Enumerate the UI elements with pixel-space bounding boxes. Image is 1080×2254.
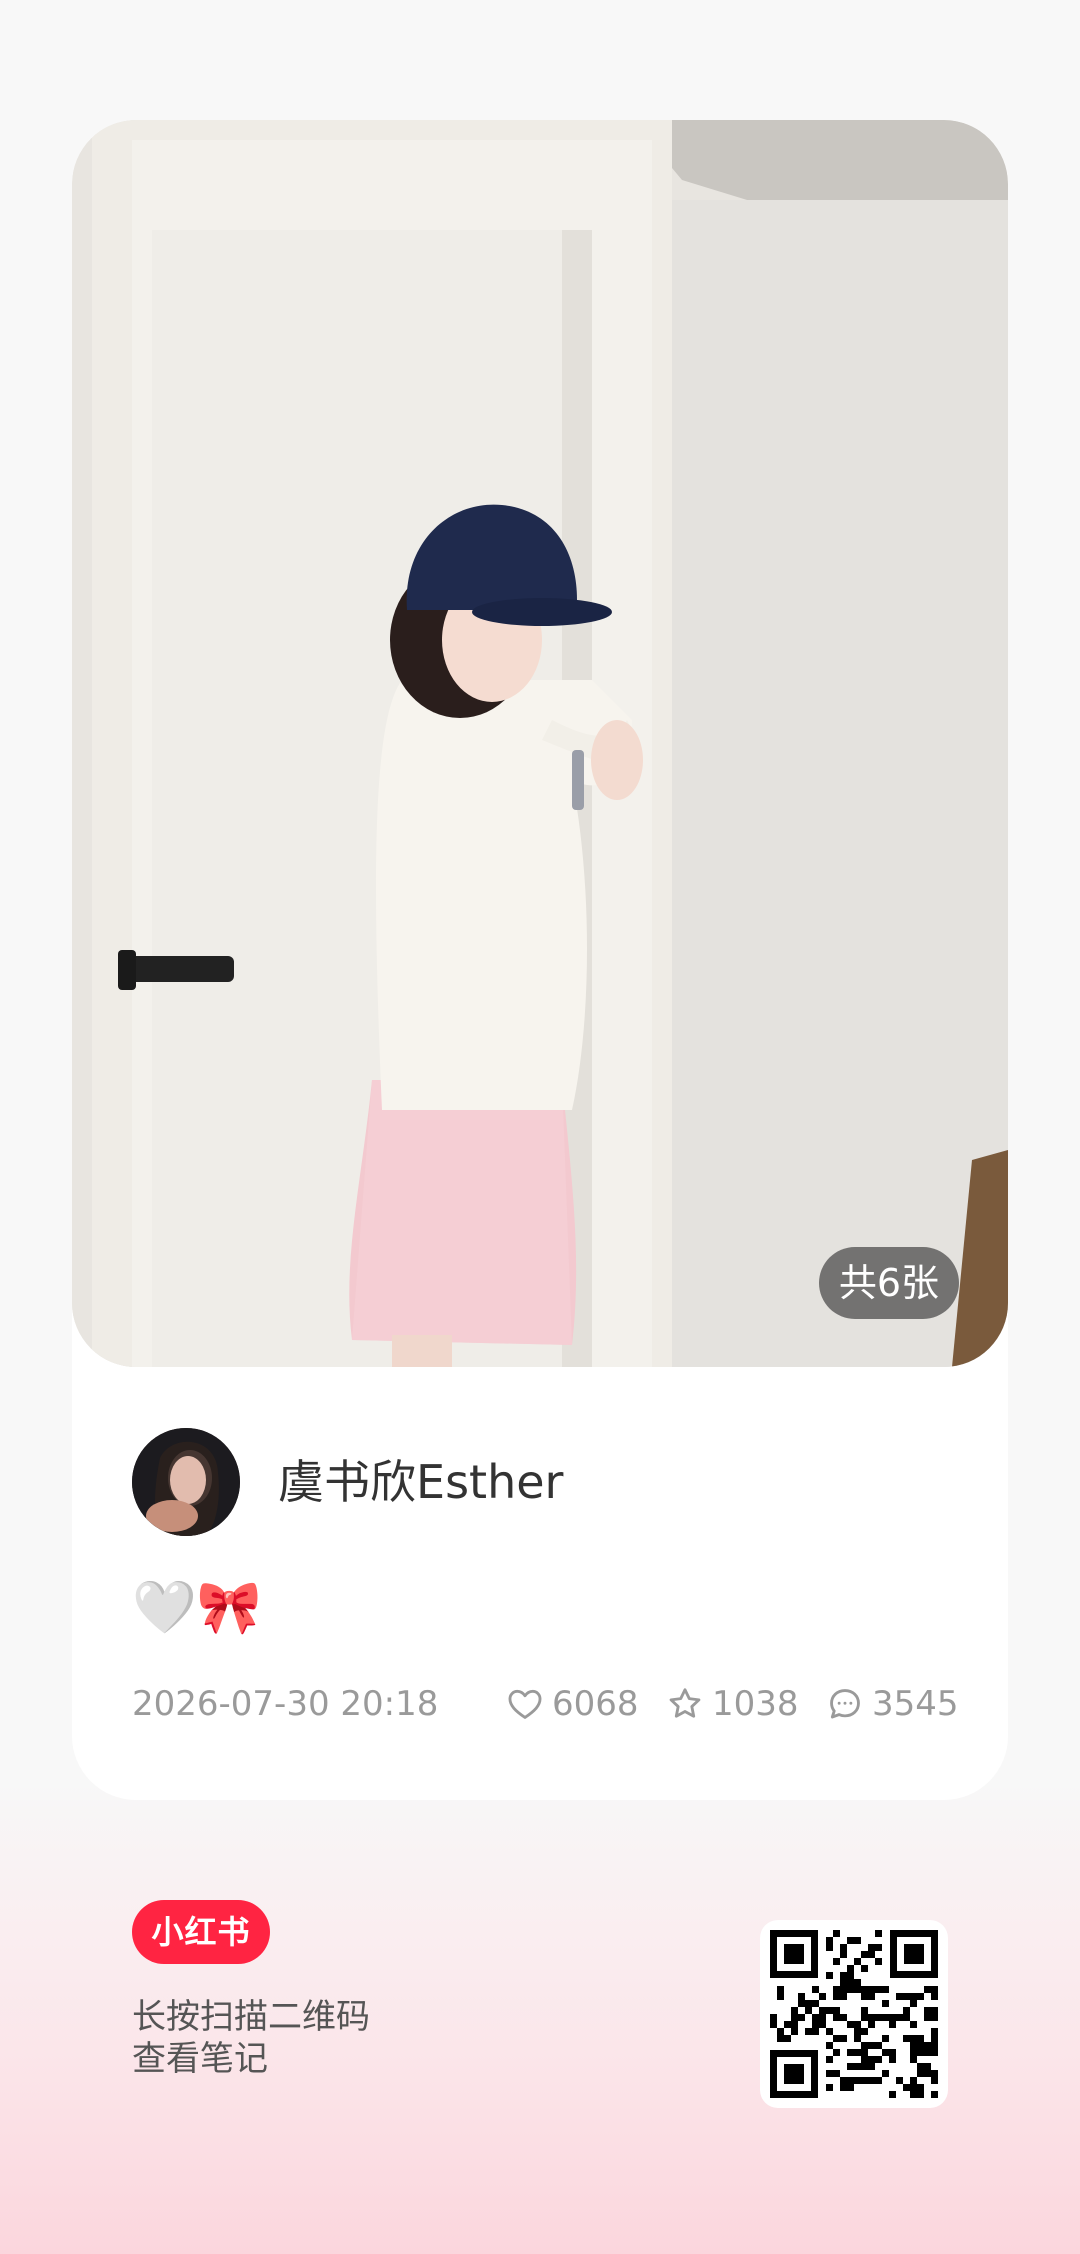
scan-instruction-line1: 长按扫描二维码	[132, 1997, 370, 2037]
favorite-stat[interactable]: 1038	[666, 1682, 799, 1726]
star-icon	[666, 1685, 704, 1723]
scan-instruction-line2: 查看笔记	[132, 2039, 268, 2079]
author-avatar[interactable]	[132, 1428, 240, 1536]
publish-date: 2026-07-30 20:18	[132, 1684, 439, 1724]
note-card[interactable]: 共6张 虞书欣Esther 🤍🎀 2026-07-30 20:18 6068 1…	[72, 120, 1008, 1800]
heart-icon	[506, 1685, 544, 1723]
comment-count: 3545	[872, 1684, 959, 1724]
image-count-badge: 共6张	[818, 1247, 959, 1319]
comment-icon	[826, 1685, 864, 1723]
note-caption: 🤍🎀	[132, 1578, 262, 1638]
like-stat[interactable]: 6068	[506, 1682, 639, 1726]
scan-instructions: 长按扫描二维码 查看笔记	[132, 1996, 370, 2080]
note-photo[interactable]: 共6张	[72, 120, 1008, 1367]
comment-stat[interactable]: 3545	[826, 1682, 959, 1726]
author-name[interactable]: 虞书欣Esther	[278, 1452, 563, 1512]
qr-code-image	[770, 1930, 938, 2098]
photo-illustration	[72, 120, 1008, 1367]
like-count: 6068	[552, 1684, 639, 1724]
avatar-image	[132, 1428, 240, 1536]
xiaohongshu-logo: 小红书	[132, 1900, 270, 1964]
favorite-count: 1038	[712, 1684, 799, 1724]
qr-code[interactable]	[760, 1920, 948, 2108]
